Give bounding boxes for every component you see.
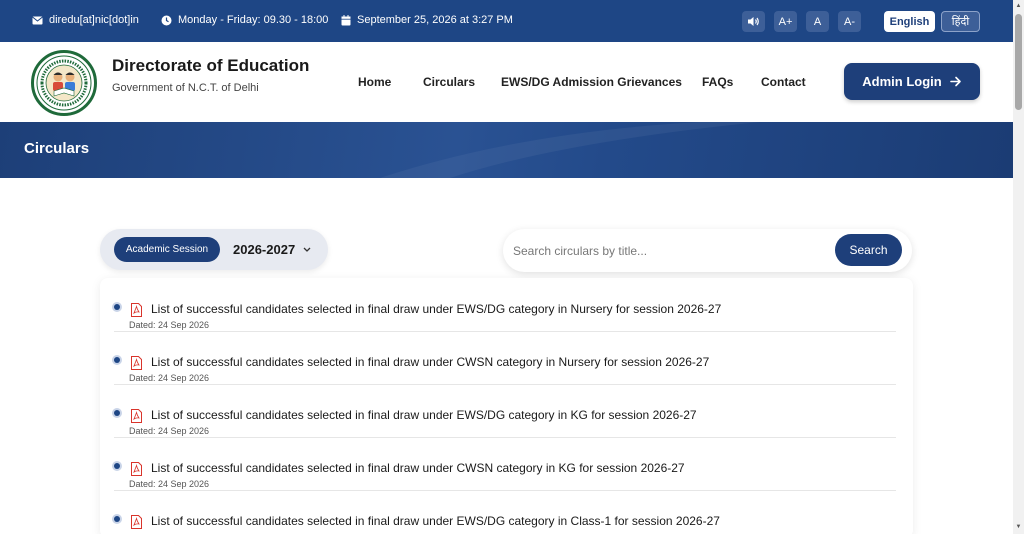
department-seal-icon <box>35 54 93 112</box>
nav-circulars[interactable]: Circulars <box>423 75 475 89</box>
nav-contact[interactable]: Contact <box>761 75 806 89</box>
list-item: List of successful candidates selected i… <box>114 278 896 332</box>
pdf-icon <box>131 409 142 423</box>
department-logo[interactable] <box>31 50 97 116</box>
circular-date: Dated: 24 Sep 2026 <box>129 479 210 489</box>
calendar-icon <box>341 14 351 25</box>
session-select[interactable]: 2026-2027 <box>233 242 311 257</box>
pdf-icon <box>131 356 142 370</box>
list-item: List of successful candidates selected i… <box>114 331 896 385</box>
circular-title-link[interactable]: List of successful candidates selected i… <box>151 302 721 316</box>
office-hours: Monday - Friday: 09.30 - 18:00 <box>161 14 328 26</box>
admin-login-button[interactable]: Admin Login <box>844 63 980 100</box>
site-title: Directorate of Education <box>112 56 310 75</box>
circular-title-link[interactable]: List of successful candidates selected i… <box>151 355 709 369</box>
list-item: List of successful candidates selected i… <box>114 384 896 438</box>
admin-login-label: Admin Login <box>862 74 942 89</box>
pdf-icon <box>131 515 142 529</box>
site-header: Directorate of Education Government of N… <box>0 42 1013 122</box>
bullet-icon <box>114 357 120 363</box>
screen-reader-button[interactable] <box>742 11 765 32</box>
session-label: Academic Session <box>114 237 220 262</box>
search-button[interactable]: Search <box>835 234 902 266</box>
circulars-list: List of successful candidates selected i… <box>100 278 913 534</box>
scrollbar-thumb[interactable] <box>1015 14 1022 110</box>
clock-icon <box>161 15 172 25</box>
session-filter: Academic Session 2026-2027 <box>100 229 328 270</box>
scroll-down-icon[interactable]: ▼ <box>1015 524 1022 531</box>
arrow-right-icon <box>949 76 961 87</box>
scroll-up-icon[interactable]: ▲ <box>1015 3 1022 10</box>
circular-date: Dated: 24 Sep 2026 <box>129 426 210 436</box>
search-input[interactable] <box>513 238 823 263</box>
banner-decoration <box>380 122 760 178</box>
page-scrollbar[interactable]: ▲ ▼ <box>1013 0 1024 534</box>
page-banner: Circulars <box>0 122 1013 178</box>
nav-ews-dg-grievances[interactable]: EWS/DG Admission Grievances <box>501 75 682 89</box>
envelope-icon <box>32 16 43 24</box>
top-bar: diredu[at]nic[dot]in Monday - Friday: 09… <box>0 0 1013 42</box>
session-value: 2026-2027 <box>233 242 296 257</box>
list-item: List of successful candidates selected i… <box>114 490 896 534</box>
font-increase-button[interactable]: A+ <box>774 11 797 32</box>
circular-date: Dated: 24 Sep 2026 <box>129 373 210 383</box>
font-decrease-button[interactable]: A- <box>838 11 861 32</box>
circular-date: Dated: 24 Sep 2026 <box>129 320 210 330</box>
page-title: Circulars <box>24 140 90 157</box>
list-item: List of successful candidates selected i… <box>114 437 896 491</box>
language-english-button[interactable]: English <box>884 11 935 32</box>
site-subtitle: Government of N.C.T. of Delhi <box>112 82 259 94</box>
bullet-icon <box>114 516 120 522</box>
search-bar: Search <box>503 229 912 272</box>
circular-title-link[interactable]: List of successful candidates selected i… <box>151 514 720 528</box>
nav-home[interactable]: Home <box>358 75 391 89</box>
circular-title-link[interactable]: List of successful candidates selected i… <box>151 408 697 422</box>
font-normal-button[interactable]: A <box>806 11 829 32</box>
bullet-icon <box>114 410 120 416</box>
bullet-icon <box>114 304 120 310</box>
email-text: diredu[at]nic[dot]in <box>49 14 139 26</box>
pdf-icon <box>131 462 142 476</box>
bullet-icon <box>114 463 120 469</box>
language-hindi-button[interactable]: हिंदी <box>941 11 980 32</box>
datetime-text: September 25, 2026 at 3:27 PM <box>357 14 513 26</box>
circular-title-link[interactable]: List of successful candidates selected i… <box>151 461 685 475</box>
speaker-icon <box>748 17 759 26</box>
hours-text: Monday - Friday: 09.30 - 18:00 <box>178 14 329 26</box>
current-datetime: September 25, 2026 at 3:27 PM <box>341 14 513 26</box>
contact-email[interactable]: diredu[at]nic[dot]in <box>32 14 139 26</box>
chevron-down-icon <box>303 247 311 252</box>
nav-faqs[interactable]: FAQs <box>702 75 733 89</box>
pdf-icon <box>131 303 142 317</box>
